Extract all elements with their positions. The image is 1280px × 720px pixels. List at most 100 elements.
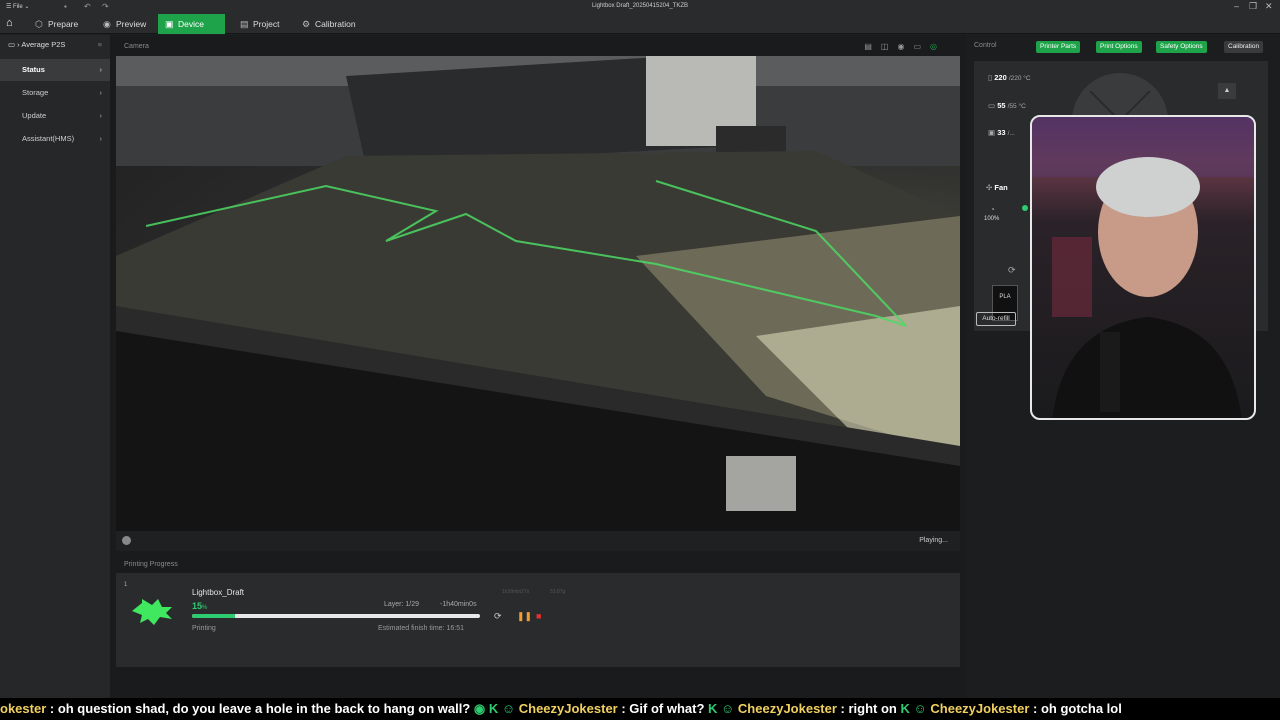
chevron-right-icon: › [99, 111, 103, 120]
safety-options-button[interactable]: Safety Options [1156, 41, 1207, 53]
job-name: Lightbox_Draft [192, 588, 245, 597]
sidebar-item-storage[interactable]: Storage › [0, 82, 110, 104]
progress-percent-unit: % [202, 605, 208, 611]
auto-refill-button[interactable]: Auto-refill [976, 312, 1016, 326]
nozzle-temp-target: /220 °C [1008, 75, 1031, 82]
chat-username: CheezyJokester [737, 701, 837, 716]
progress-percent-value: 15 [192, 601, 203, 611]
eye-icon: ◉ [103, 19, 111, 29]
print-options-button[interactable]: Print Options [1096, 41, 1142, 53]
printing-progress-panel: 1 Lightbox_Draft 15% Layer: 1/29 -1h40mi… [116, 573, 960, 667]
chat-message: Gif of what? [629, 701, 705, 716]
storage-icon[interactable]: ▤ [864, 42, 881, 51]
fan-label-text: Fan [994, 183, 1008, 192]
printing-progress-header: Printing Progress [116, 557, 960, 573]
video-icon[interactable]: ▭ [913, 42, 930, 51]
printer-parts-button[interactable]: Printer Parts [1036, 41, 1081, 53]
chamber-temp[interactable]: ▣ 33 /... [988, 128, 1015, 137]
printing-progress-title: Printing Progress [124, 561, 178, 568]
nozzle-temp[interactable]: ▯ 220 /220 °C [988, 73, 1031, 82]
calibration-button[interactable]: Calibration [1224, 41, 1264, 53]
camera-title: Camera [124, 43, 149, 50]
streamer-webcam-overlay [1030, 115, 1256, 420]
chat-username: CheezyJokester [518, 701, 618, 716]
record-icon[interactable]: ◉ [897, 42, 913, 51]
menu-icon: ≡ [97, 40, 102, 49]
chat-username: CheezyJokester [930, 701, 1030, 716]
plate-number: 1 [124, 582, 128, 588]
gear-icon: ⚙ [302, 19, 311, 29]
sidebar-item-label: Storage [22, 88, 49, 97]
fan-speed-icon: ◔ [990, 205, 995, 214]
webcam-person-image [1032, 117, 1254, 418]
camera-header: Camera ▤◫◉▭◎ [116, 40, 960, 56]
bed-icon: ▭ [988, 101, 996, 110]
fan-label: ✣ Fan [986, 183, 1008, 192]
camera-footer: Playing... [116, 531, 960, 551]
nozzle-temp-value: 220 [994, 73, 1007, 82]
camera-settings-icon[interactable] [122, 536, 131, 545]
sidebar-item-hms[interactable]: Assistant(HMS) › [0, 128, 110, 150]
live-icon[interactable]: ◎ [930, 42, 946, 51]
calibration-label: Calibration [1228, 43, 1260, 50]
home-icon[interactable]: ⌂ [6, 17, 13, 29]
chamber-icon: ▣ [988, 128, 996, 137]
device-sidebar: ▭ › Average P2S ≡ Status › Storage › Update… [0, 35, 110, 698]
sidebar-item-status[interactable]: Status › [0, 59, 110, 81]
close-icon[interactable]: ✕ [1265, 1, 1273, 12]
minimize-icon[interactable]: – [1234, 1, 1239, 11]
nozzle-icon: ▯ [988, 73, 993, 82]
chevron-right-icon: › [99, 65, 103, 74]
print-options-label: Print Options [1100, 43, 1138, 50]
emote-icon: K ☺ [900, 701, 931, 716]
tab-calibration[interactable]: ⚙ Calibration [295, 14, 365, 34]
printer-selector[interactable]: ▭ › Average P2S ≡ [8, 40, 108, 49]
layer-count: Layer: 1/29 [384, 601, 420, 608]
chat-message: right on [848, 701, 897, 716]
sidebar-item-label: Update [22, 111, 47, 120]
lamp-status-dot [1022, 205, 1028, 211]
maximize-icon[interactable]: ❐ [1249, 1, 1257, 12]
fan-percent: 100% [984, 216, 1000, 222]
project-icon: ▤ [240, 19, 249, 29]
chat-username: okester [0, 701, 47, 716]
timelapse-icon[interactable]: ◫ [881, 42, 898, 51]
tab-device-label: Device [178, 19, 204, 29]
sidebar-item-update[interactable]: Update › [0, 105, 110, 127]
device-icon: ▣ [165, 19, 174, 29]
tab-preview[interactable]: ◉ Preview [96, 14, 154, 34]
camera-feed[interactable] [116, 56, 960, 531]
chat-message: oh gotcha lol [1040, 701, 1122, 716]
auto-refill-label: Auto-refill [982, 315, 1010, 322]
chevron-right-icon: › [99, 88, 103, 97]
chevron-right-icon: › [99, 134, 103, 143]
window-title: Lightbox Draft_20250415204_TKZB [591, 3, 689, 9]
print-status: Printing [192, 625, 216, 632]
chamber-temp-target: /... [1007, 130, 1015, 137]
filament-type: PLA [999, 294, 1011, 300]
refresh-icon[interactable]: ⟳ [494, 611, 502, 622]
camera-frame-image [116, 56, 960, 531]
remaining-time: -1h40min0s [440, 601, 477, 608]
chamber-temp-value: 33 [997, 128, 1006, 137]
control-title: Control [974, 42, 997, 49]
tab-project[interactable]: ▤ Project [233, 14, 293, 34]
fan-icon: ✣ [986, 183, 993, 192]
progress-bar-fill [192, 614, 236, 618]
model-thumbnail [132, 599, 172, 625]
z-up-button[interactable]: ▲ [1218, 83, 1236, 99]
tab-prepare[interactable]: ⬡ Prepare [28, 14, 88, 34]
tab-device[interactable]: ▣ Device [158, 14, 225, 34]
rotate-icon[interactable]: ⟳ [1008, 265, 1016, 276]
tab-project-label: Project [253, 19, 280, 29]
progress-bar [192, 614, 480, 618]
print-time-meta: 1h39min27s [502, 589, 530, 595]
title-bar: ☰ File ⌄ ▪ ↶ ↷ Lightbox Draft_2025041520… [0, 0, 1280, 14]
camera-toolbar: ▤◫◉▭◎ [864, 42, 946, 51]
bed-temp[interactable]: ▭ 55 /55 °C [988, 101, 1026, 110]
bed-temp-value: 55 [997, 101, 1006, 110]
stop-icon[interactable]: ■ [536, 611, 541, 621]
pause-icon[interactable]: ❚❚ [517, 611, 532, 622]
sidebar-item-label: Assistant(HMS) [22, 134, 75, 143]
chat-message: oh question shad, do you leave a hole in… [57, 701, 471, 716]
